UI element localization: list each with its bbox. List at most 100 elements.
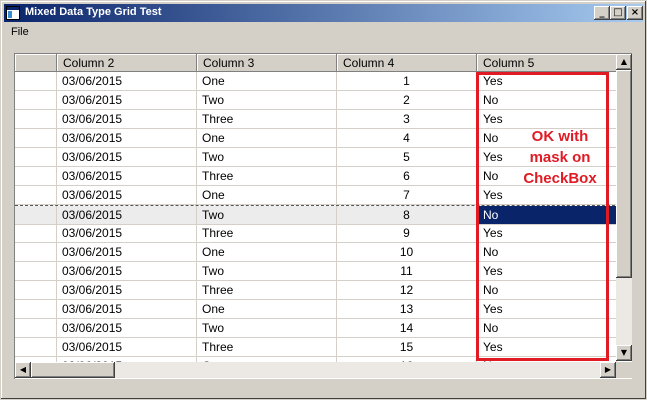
cell-column-3[interactable]: One	[197, 129, 337, 148]
cell-column-5[interactable]: No	[477, 91, 617, 110]
column-header-3[interactable]: Column 3	[197, 54, 337, 72]
cell-column-4[interactable]: 10	[337, 243, 477, 262]
cell-column-5[interactable]: Yes	[477, 72, 617, 91]
cell-column-5[interactable]: No	[477, 206, 617, 225]
close-button[interactable]: ×	[627, 6, 643, 20]
cell-column-2[interactable]: 03/06/2015	[57, 243, 197, 262]
cell-column-3[interactable]: One	[197, 300, 337, 319]
cell-column-4[interactable]: 2	[337, 91, 477, 110]
row-header-cell[interactable]	[15, 319, 57, 338]
cell-column-4[interactable]: 6	[337, 167, 477, 186]
row-header-cell[interactable]	[15, 72, 57, 91]
table-row[interactable]: 03/06/2015 One 7 Yes	[15, 186, 617, 205]
column-header-4[interactable]: Column 4	[337, 54, 477, 72]
table-row[interactable]: 03/06/2015 One 1 Yes	[15, 72, 617, 91]
cell-column-5[interactable]: Yes	[477, 300, 617, 319]
column-header-5[interactable]: Column 5	[477, 54, 617, 72]
cell-column-4[interactable]: 8	[337, 206, 477, 225]
cell-column-4[interactable]: 13	[337, 300, 477, 319]
cell-column-3[interactable]: One	[197, 72, 337, 91]
cell-column-3[interactable]: Three	[197, 224, 337, 243]
cell-column-3[interactable]: Two	[197, 206, 337, 225]
cell-column-4[interactable]: 7	[337, 186, 477, 205]
menu-file[interactable]: File	[11, 26, 29, 38]
cell-column-2[interactable]: 03/06/2015	[57, 148, 197, 167]
row-header-cell[interactable]	[15, 338, 57, 357]
cell-column-5[interactable]: No	[477, 167, 617, 186]
cell-column-2[interactable]: 03/06/2015	[57, 338, 197, 357]
cell-column-4[interactable]: 12	[337, 281, 477, 300]
cell-column-3[interactable]: Two	[197, 148, 337, 167]
cell-column-4[interactable]: 11	[337, 262, 477, 281]
cell-column-5[interactable]: No	[477, 319, 617, 338]
cell-column-5[interactable]: Yes	[477, 148, 617, 167]
cell-column-5[interactable]: Yes	[477, 338, 617, 357]
cell-column-2[interactable]: 03/06/2015	[57, 300, 197, 319]
table-row[interactable]: 03/06/2015 Two 8 No	[15, 205, 617, 225]
cell-column-2[interactable]: 03/06/2015	[57, 224, 197, 243]
cell-column-4[interactable]: 5	[337, 148, 477, 167]
cell-column-2[interactable]: 03/06/2015	[57, 110, 197, 129]
vertical-scroll-thumb[interactable]	[616, 70, 632, 278]
horizontal-scroll-thumb[interactable]	[31, 362, 115, 378]
cell-column-2[interactable]: 03/06/2015	[57, 186, 197, 205]
cell-column-3[interactable]: Two	[197, 319, 337, 338]
cell-column-3[interactable]: Two	[197, 262, 337, 281]
minimize-button[interactable]: _	[594, 6, 610, 20]
row-header-cell[interactable]	[15, 167, 57, 186]
horizontal-scrollbar[interactable]: ◀ ▶	[15, 362, 616, 378]
row-header-cell[interactable]	[15, 281, 57, 300]
row-header-cell[interactable]	[15, 129, 57, 148]
cell-column-2[interactable]: 03/06/2015	[57, 319, 197, 338]
cell-column-2[interactable]: 03/06/2015	[57, 206, 197, 225]
cell-column-4[interactable]: 14	[337, 319, 477, 338]
cell-column-2[interactable]: 03/06/2015	[57, 129, 197, 148]
table-row[interactable]: 03/06/2015 Two 11 Yes	[15, 262, 617, 281]
scroll-right-arrow-icon[interactable]: ▶	[600, 362, 616, 378]
row-header-cell[interactable]	[15, 262, 57, 281]
row-header-cell[interactable]	[15, 91, 57, 110]
cell-column-5[interactable]: Yes	[477, 262, 617, 281]
title-bar[interactable]: Mixed Data Type Grid Test _ □ ×	[4, 4, 643, 22]
table-row[interactable]: 03/06/2015 One 4 No	[15, 129, 617, 148]
cell-column-5[interactable]: Yes	[477, 224, 617, 243]
cell-column-3[interactable]: Three	[197, 338, 337, 357]
cell-column-2[interactable]: 03/06/2015	[57, 91, 197, 110]
cell-column-3[interactable]: Two	[197, 91, 337, 110]
cell-column-5[interactable]: No	[477, 281, 617, 300]
table-row[interactable]: 03/06/2015 Three 6 No	[15, 167, 617, 186]
cell-column-4[interactable]: 4	[337, 129, 477, 148]
cell-column-4[interactable]: 1	[337, 72, 477, 91]
cell-column-2[interactable]: 03/06/2015	[57, 167, 197, 186]
row-header-cell[interactable]	[15, 206, 57, 225]
vertical-scrollbar[interactable]: ▲ ▼	[616, 54, 632, 361]
table-row[interactable]: 03/06/2015 One 10 No	[15, 243, 617, 262]
cell-column-4[interactable]: 3	[337, 110, 477, 129]
table-row[interactable]: 03/06/2015 One 13 Yes	[15, 300, 617, 319]
column-header-2[interactable]: Column 2	[57, 54, 197, 72]
data-grid[interactable]: Column 2 Column 3 Column 4 Column 5 03/0…	[14, 53, 632, 379]
cell-column-4[interactable]: 9	[337, 224, 477, 243]
table-row[interactable]: 03/06/2015 Three 3 Yes	[15, 110, 617, 129]
table-row[interactable]: 03/06/2015 Two 2 No	[15, 91, 617, 110]
cell-column-4[interactable]: 15	[337, 338, 477, 357]
cell-column-3[interactable]: Three	[197, 281, 337, 300]
cell-column-2[interactable]: 03/06/2015	[57, 281, 197, 300]
scroll-down-arrow-icon[interactable]: ▼	[616, 345, 632, 361]
cell-column-2[interactable]: 03/06/2015	[57, 72, 197, 91]
scroll-left-arrow-icon[interactable]: ◀	[15, 362, 31, 378]
row-header-cell[interactable]	[15, 224, 57, 243]
cell-column-5[interactable]: No	[477, 129, 617, 148]
cell-column-3[interactable]: Three	[197, 167, 337, 186]
row-header-cell[interactable]	[15, 243, 57, 262]
cell-column-5[interactable]: No	[477, 243, 617, 262]
cell-column-5[interactable]: Yes	[477, 110, 617, 129]
cell-column-3[interactable]: One	[197, 186, 337, 205]
row-header-corner[interactable]	[15, 54, 57, 72]
scroll-up-arrow-icon[interactable]: ▲	[616, 54, 632, 70]
cell-column-2[interactable]: 03/06/2015	[57, 262, 197, 281]
cell-column-3[interactable]: One	[197, 243, 337, 262]
row-header-cell[interactable]	[15, 300, 57, 319]
row-header-cell[interactable]	[15, 186, 57, 205]
table-row[interactable]: 03/06/2015 Three 15 Yes	[15, 338, 617, 357]
